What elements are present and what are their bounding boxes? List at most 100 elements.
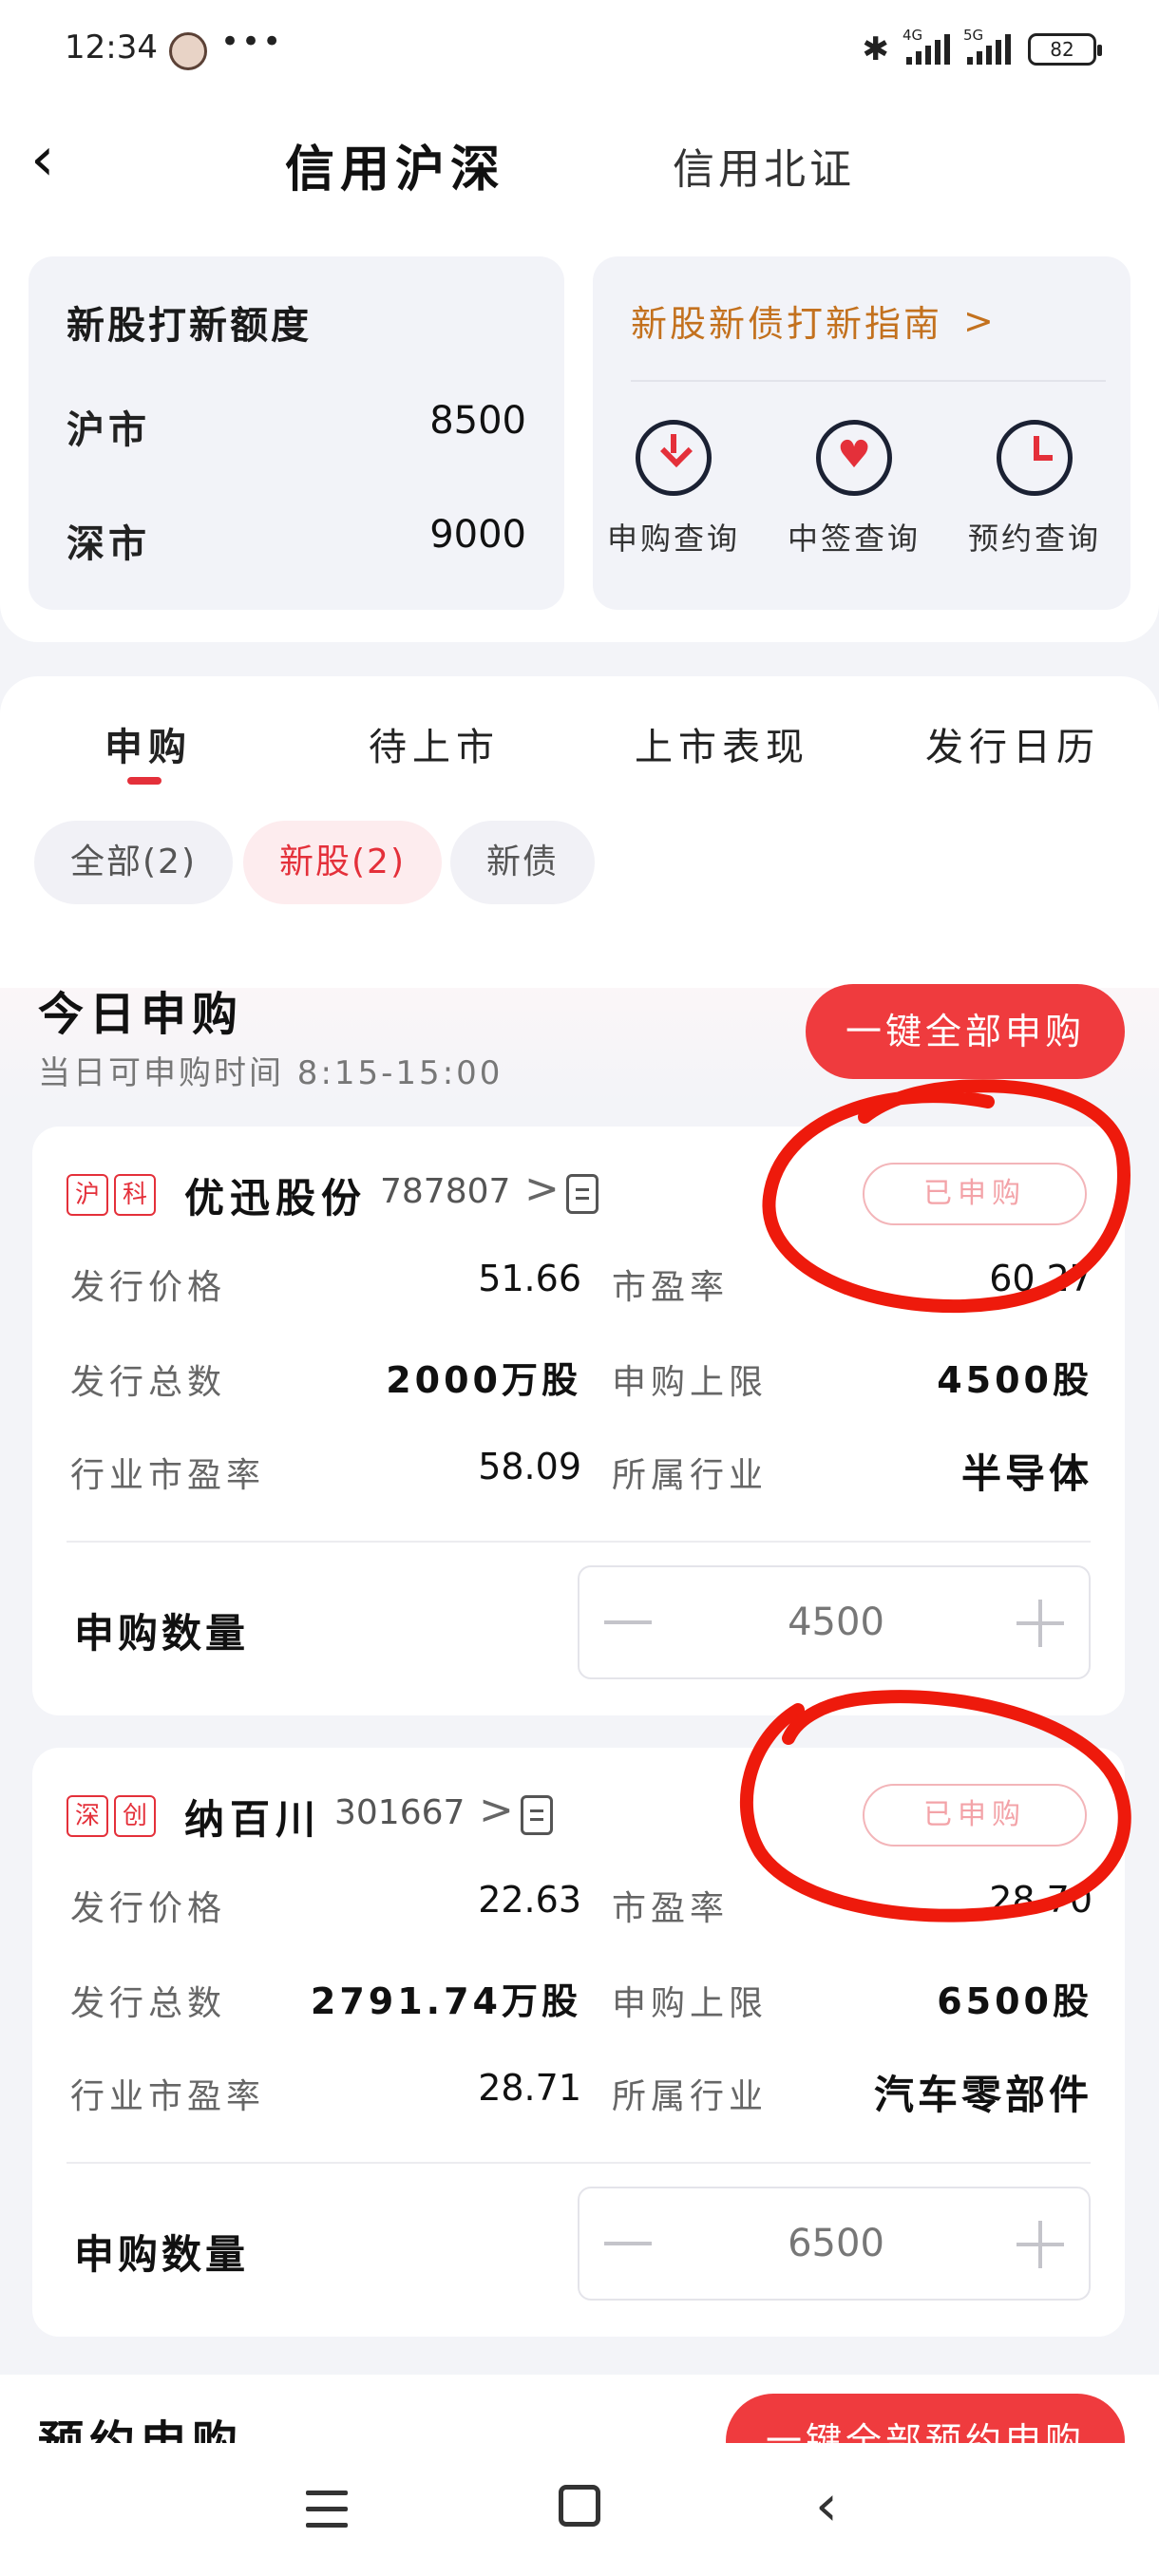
subtab-listing-performance[interactable]: 上市表现 xyxy=(635,716,809,771)
field-label: 发行总数 xyxy=(70,1363,227,1402)
divider xyxy=(66,1541,1091,1543)
field-label: 行业市盈率 xyxy=(70,2077,266,2116)
market-tag: 深 xyxy=(66,1795,108,1837)
filter-new-stock[interactable]: 新股(2) xyxy=(243,821,442,904)
field-label: 所属行业 xyxy=(612,2077,769,2116)
document-icon[interactable] xyxy=(521,1795,553,1835)
document-icon[interactable] xyxy=(566,1174,598,1214)
query-reserve-button[interactable]: 预约查询 xyxy=(963,420,1106,559)
field-label: 市盈率 xyxy=(612,1268,730,1307)
quantity-stepper: 4500 xyxy=(578,1565,1091,1679)
field-label: 行业市盈率 xyxy=(70,1456,266,1495)
query-apply-button[interactable]: 申购查询 xyxy=(602,420,745,559)
field-label: 发行价格 xyxy=(70,1889,227,1928)
home-icon[interactable] xyxy=(559,2485,600,2527)
market-tag: 沪 xyxy=(66,1174,108,1216)
query-win-button[interactable]: 中签查询 xyxy=(783,420,925,559)
field-value: 半导体 xyxy=(960,1450,1092,1497)
guide-link[interactable]: 新股新债打新指南 > xyxy=(631,294,997,347)
tab-credit-sh-sz[interactable]: 信用沪深 xyxy=(285,129,505,200)
quota-label: 沪市 xyxy=(66,408,150,452)
tab-credit-bj[interactable]: 信用北证 xyxy=(673,135,855,196)
back-button[interactable]: ‹ xyxy=(30,129,87,190)
heart-icon xyxy=(816,420,892,496)
guide-card: 新股新债打新指南 > 申购查询 中签查询 预约查询 xyxy=(593,256,1130,610)
network-type-2: 5G xyxy=(963,27,984,44)
quota-title: 新股打新额度 xyxy=(66,304,312,348)
header: ‹ 信用沪深 信用北证 xyxy=(0,104,1159,228)
quantity-label: 申购数量 xyxy=(74,2231,250,2278)
quota-card: 新股打新额度 沪市 8500 深市 9000 xyxy=(28,256,564,610)
field-value: 22.63 xyxy=(478,1879,581,1921)
field-value: 2000万股 xyxy=(386,1359,581,1401)
subtab-pending-listing[interactable]: 待上市 xyxy=(369,716,500,771)
minus-button[interactable] xyxy=(604,1620,652,1624)
quantity-label: 申购数量 xyxy=(74,1610,250,1657)
battery-icon: 82 xyxy=(1028,33,1102,66)
divider xyxy=(66,2162,1091,2164)
top-panel: 新股打新额度 沪市 8500 深市 9000 新股新债打新指南 > 申购查询 中… xyxy=(0,228,1159,642)
market-tags: 深 创 xyxy=(66,1795,156,1837)
plus-button[interactable] xyxy=(1016,2221,1064,2268)
red-circle-annotation xyxy=(762,1079,1130,1313)
quantity-value[interactable]: 4500 xyxy=(694,1567,978,1677)
avatar-icon xyxy=(169,32,207,70)
field-value: 2791.74万股 xyxy=(310,1980,581,2022)
query-apply-label: 申购查询 xyxy=(606,521,740,557)
system-nav-bar: ‹ xyxy=(0,2443,1159,2576)
minus-button[interactable] xyxy=(604,2242,652,2245)
red-circle-annotation xyxy=(740,1690,1131,1923)
network-type: 4G xyxy=(902,27,923,44)
back-icon[interactable]: ‹ xyxy=(815,2477,838,2534)
subtab-issue-calendar[interactable]: 发行日历 xyxy=(925,716,1100,771)
stock-detail-chevron[interactable]: > xyxy=(479,1786,514,1834)
today-time-note: 当日可申购时间 8:15-15:00 xyxy=(38,1054,504,1092)
stock-detail-chevron[interactable]: > xyxy=(524,1165,560,1213)
clock-icon xyxy=(997,420,1073,496)
field-label: 所属行业 xyxy=(612,1456,769,1495)
quantity-stepper: 6500 xyxy=(578,2187,1091,2301)
download-icon xyxy=(636,420,712,496)
filter-all[interactable]: 全部(2) xyxy=(34,821,233,904)
divider xyxy=(631,380,1106,382)
guide-link-label: 新股新债打新指南 xyxy=(631,303,943,345)
signal-icon: 4G xyxy=(902,27,950,65)
board-tag: 创 xyxy=(114,1795,156,1837)
field-value: 58.09 xyxy=(478,1446,581,1487)
chevron-right-icon: > xyxy=(963,299,997,342)
signal-icon-2: 5G xyxy=(963,27,1011,65)
quantity-value[interactable]: 6500 xyxy=(694,2188,978,2299)
bluetooth-icon: ✱ xyxy=(862,30,890,68)
status-icons: ✱ 4G 5G 82 xyxy=(862,27,1102,68)
field-value: 51.66 xyxy=(478,1258,581,1299)
quota-value: 8500 xyxy=(429,399,526,443)
field-label: 发行总数 xyxy=(70,1984,227,2023)
query-reserve-label: 预约查询 xyxy=(967,521,1101,557)
quota-row-sz: 深市 9000 xyxy=(66,513,526,568)
field-value: 6500股 xyxy=(937,1980,1092,2022)
stock-code: 301667 xyxy=(334,1793,466,1832)
field-value: 汽车零部件 xyxy=(873,2072,1092,2118)
field-label: 申购上限 xyxy=(612,1363,769,1402)
subtab-indicator xyxy=(127,777,162,785)
field-label: 发行价格 xyxy=(70,1268,227,1307)
quota-value: 9000 xyxy=(429,513,526,557)
stock-code: 787807 xyxy=(380,1172,511,1211)
filter-new-bond[interactable]: 新债 xyxy=(450,821,596,904)
subtab-apply[interactable]: 申购 xyxy=(104,716,192,771)
field-value: 4500股 xyxy=(937,1359,1092,1401)
plus-button[interactable] xyxy=(1016,1600,1064,1647)
board-tag: 科 xyxy=(114,1174,156,1216)
menu-icon[interactable] xyxy=(306,2491,348,2529)
stock-name: 优迅股份 xyxy=(184,1175,368,1222)
quota-label: 深市 xyxy=(66,522,150,566)
today-title: 今日申购 xyxy=(38,988,244,1041)
market-tags: 沪 科 xyxy=(66,1174,156,1216)
stock-name: 纳百川 xyxy=(184,1796,322,1843)
field-value: 28.71 xyxy=(478,2067,581,2109)
status-time: 12:34 xyxy=(65,28,158,66)
field-label: 申购上限 xyxy=(612,1984,769,2023)
status-bar: 12:34 ••• ✱ 4G 5G 82 xyxy=(0,0,1159,104)
more-dots-icon: ••• xyxy=(220,23,284,61)
field-label: 市盈率 xyxy=(612,1889,730,1928)
